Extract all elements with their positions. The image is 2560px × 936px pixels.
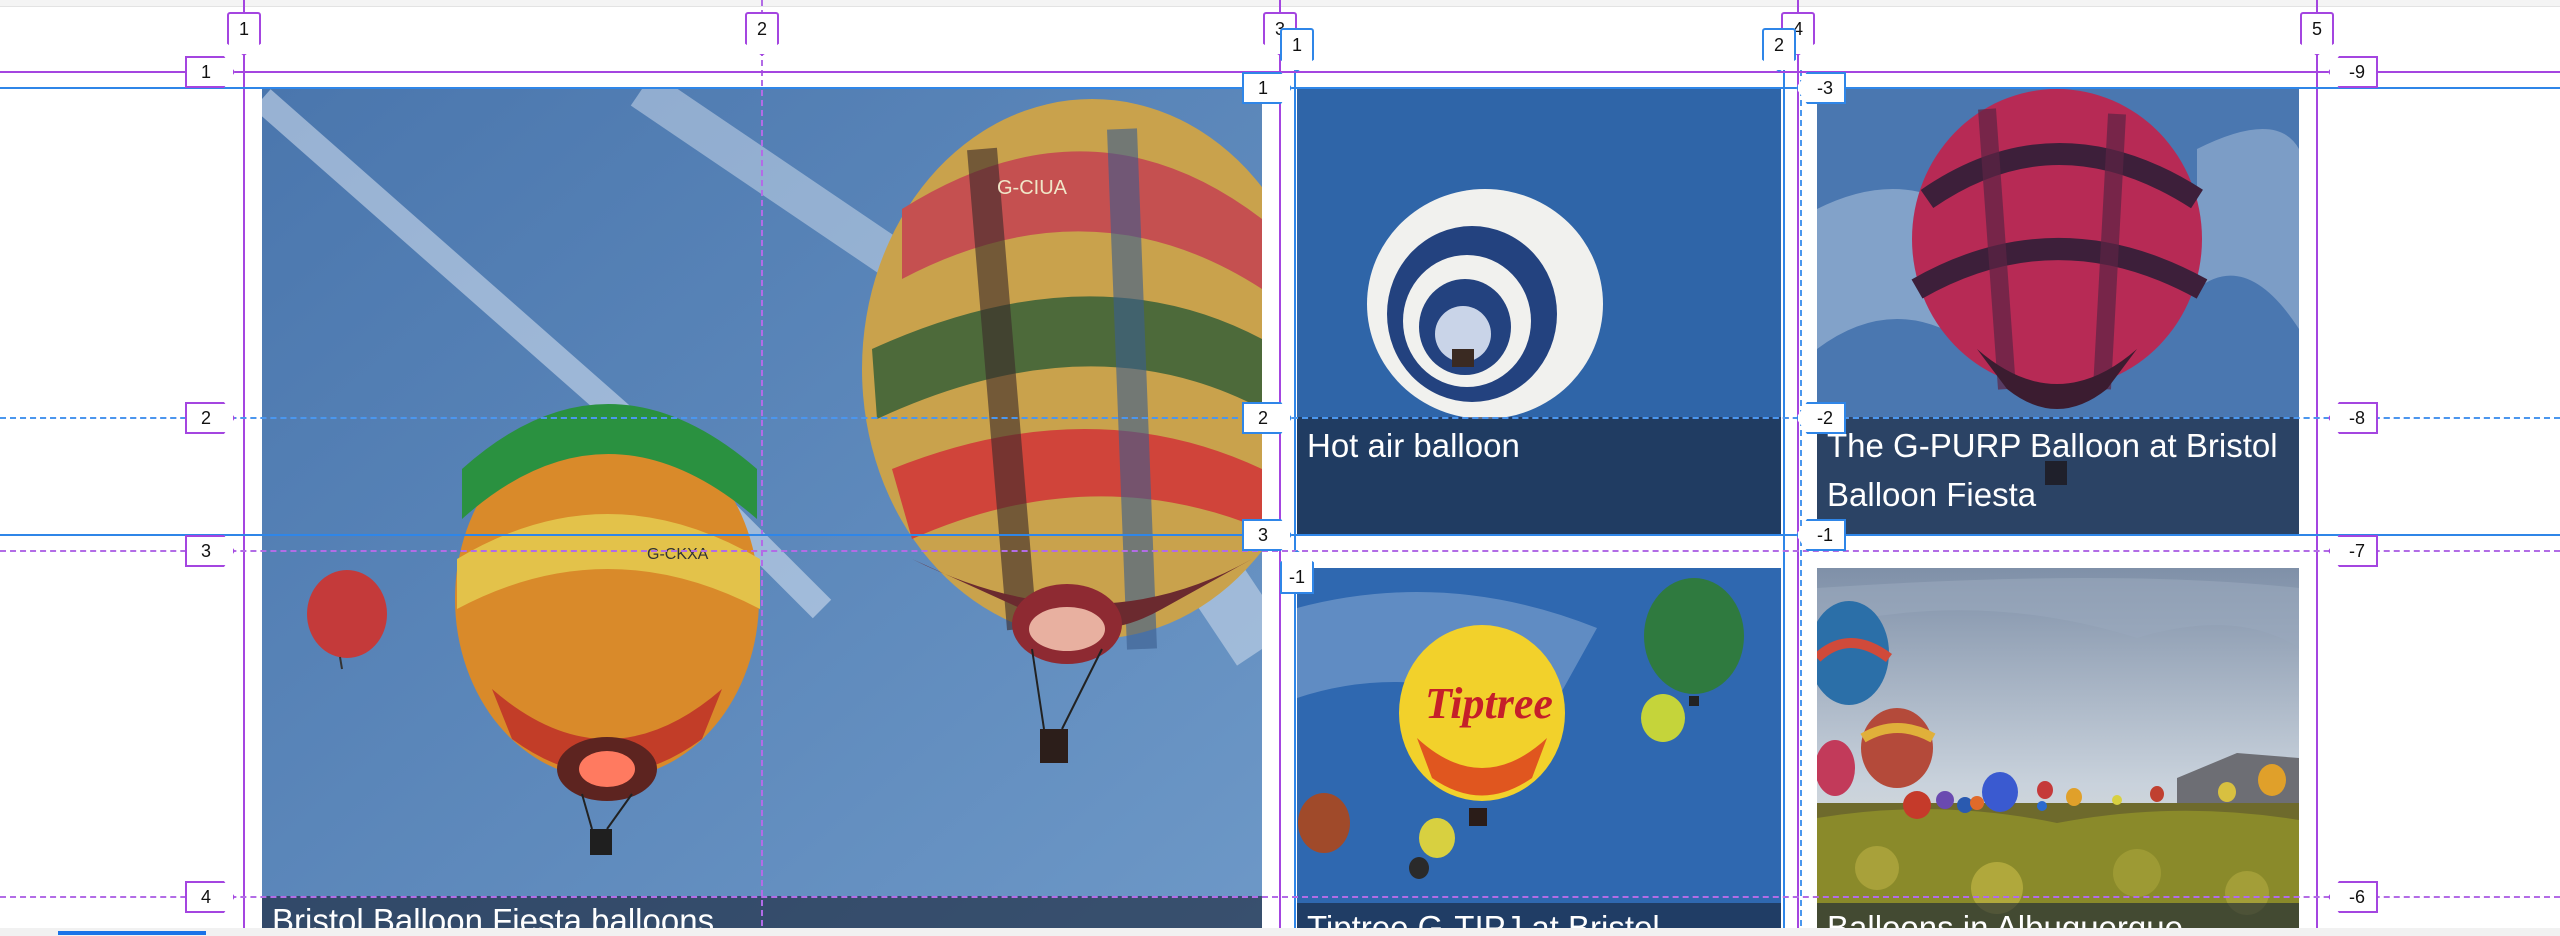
outer-row-number-badge: 4 [185,881,235,913]
gallery-item-hot-air-balloon[interactable]: Hot air balloon [1297,89,1781,534]
outer-column-number-badge: 5 [2300,12,2334,56]
albuquerque-balloons-photo [1817,568,2299,929]
gallery-item-caption: Tiptree G-TIPJ at Bristol [1297,903,1781,929]
outer-column-number-badge: 2 [745,12,779,56]
outer-row-negative-badge: -9 [2328,56,2378,88]
outer-grid-column-line [761,0,763,936]
inner-grid-column-line [1800,70,1802,936]
outer-row-negative-badge: -6 [2328,881,2378,913]
gallery-item-albuquerque[interactable]: Balloons in Albuquerque [1817,568,2299,929]
outer-row-number-badge: 2 [185,402,235,434]
inner-row-negative-badge: -2 [1796,402,1846,434]
outer-grid-column-line [2316,0,2318,936]
inner-column-end-badge: -1 [1280,550,1314,594]
horizontal-scrollbar-track[interactable] [0,928,2560,936]
outer-row-number-badge: 1 [185,56,235,88]
balloon-registration-mark: G-CIUA [997,177,1068,199]
horizontal-scrollbar-thumb[interactable] [58,931,206,935]
outer-column-number-badge: 1 [227,12,261,56]
gallery-item-caption: The G-PURP Balloon at Bristol Balloon Fi… [1817,417,2299,534]
outer-row-negative-badge: -7 [2328,535,2378,567]
gallery-item-g-purp[interactable]: The G-PURP Balloon at Bristol Balloon Fi… [1817,89,2299,534]
outer-grid-row-line [0,896,2560,898]
tiptree-balloon-logo: Tiptree [1425,679,1553,728]
outer-row-number-badge: 3 [185,535,235,567]
inner-row-negative-badge: -3 [1796,72,1846,104]
balloon-registration-mark: G-CKXA [647,546,709,563]
inner-row-negative-badge: -1 [1796,519,1846,551]
inner-column-number-badge: 2 [1762,28,1796,72]
inner-grid-column-line [1294,70,1296,936]
outer-row-negative-badge: -8 [2328,402,2378,434]
gallery-item-caption: Balloons in Albuquerque [1817,903,2299,929]
inner-row-number-badge: 3 [1242,519,1292,551]
outer-grid-column-line [1797,0,1799,936]
gallery-item-caption: Hot air balloon [1297,417,1781,534]
inner-grid-column-line [1783,70,1785,936]
inner-row-number-badge: 2 [1242,402,1292,434]
inner-column-number-badge: 1 [1280,28,1314,72]
outer-grid-column-line [1279,0,1281,936]
gallery-item-tiptree[interactable]: Tiptree Tiptree G-TIPJ at Bristol [1297,568,1781,929]
inner-row-number-badge: 1 [1242,72,1292,104]
outer-grid-column-line [243,0,245,936]
tiptree-balloon-photo: Tiptree [1297,568,1781,929]
